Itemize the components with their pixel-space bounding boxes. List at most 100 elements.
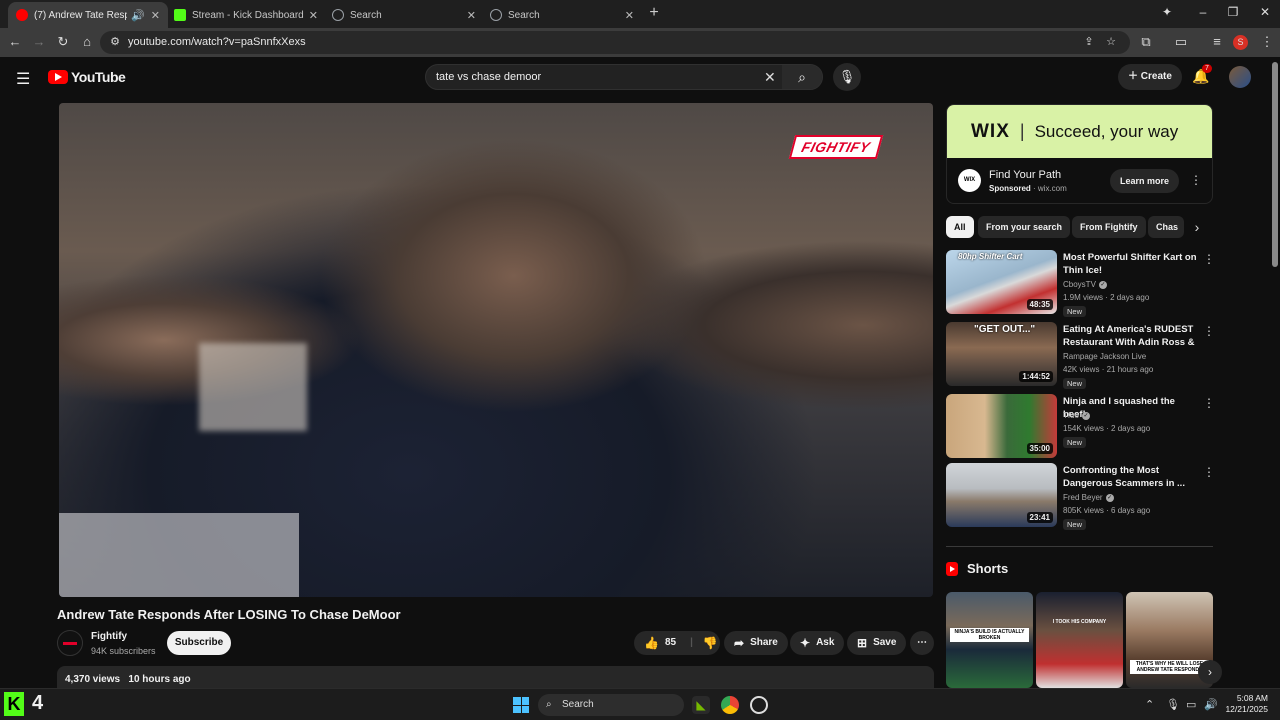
chip-chase[interactable]: Chas: [1148, 216, 1184, 238]
voice-search-button[interactable]: 🎙: [833, 63, 861, 91]
background-light: [199, 343, 307, 431]
video-title[interactable]: Eating At America's RUDEST Restaurant Wi…: [1063, 323, 1200, 349]
maximize-icon[interactable]: ❐: [1218, 5, 1248, 19]
tab-youtube[interactable]: (7) Andrew Tate Responds A 🔊 ✕: [8, 2, 168, 28]
video-thumbnail[interactable]: 80hp Shifter Cart 48:35: [946, 250, 1057, 314]
divider: |: [690, 637, 693, 648]
short-item[interactable]: NINJA'S BUILD IS ACTUALLY BROKEN: [946, 592, 1033, 688]
chrome-menu-icon[interactable]: ⋮: [1258, 34, 1276, 50]
more-vertical-icon[interactable]: ⋮: [1203, 252, 1215, 266]
dislike-icon[interactable]: 👎: [703, 631, 718, 655]
tab-search-2[interactable]: Search ✕: [482, 2, 642, 28]
video-thumbnail[interactable]: "GET OUT..." 1:44:52: [946, 322, 1057, 386]
search-icon: ⌕: [798, 69, 806, 85]
close-tab-icon[interactable]: ✕: [309, 9, 318, 22]
kick-widget-logo[interactable]: K: [4, 692, 24, 716]
share-button[interactable]: ➦ Share: [724, 631, 788, 655]
channel-name[interactable]: Fred Beyer ✓: [1063, 493, 1114, 502]
youtube-logo[interactable]: YouTube: [48, 69, 126, 85]
video-player[interactable]: FIGHTIFY: [59, 103, 933, 597]
media-control-icon[interactable]: ≡: [1208, 34, 1226, 49]
like-count[interactable]: 85: [665, 631, 676, 655]
chip-from-your-search[interactable]: From your search: [978, 216, 1071, 238]
ad-title[interactable]: Find Your Path: [989, 169, 1061, 181]
close-tab-icon[interactable]: ✕: [151, 9, 160, 22]
gemini-sparkle-icon[interactable]: ✦: [1152, 5, 1182, 19]
more-vertical-icon[interactable]: ⋮: [1190, 173, 1202, 187]
more-vertical-icon[interactable]: ⋮: [1203, 324, 1215, 338]
sponsored-ad[interactable]: WIX | Succeed, your way WIX Find Your Pa…: [946, 104, 1213, 204]
obs-icon[interactable]: [750, 696, 768, 714]
network-icon[interactable]: ▭: [1186, 698, 1196, 711]
save-button[interactable]: ⊞ Save: [847, 631, 907, 655]
channel-name[interactable]: Fightify: [91, 631, 127, 642]
channel-name[interactable]: CboysTV ✓: [1063, 280, 1107, 289]
create-label: Create: [1140, 71, 1172, 82]
back-icon[interactable]: ←: [6, 34, 24, 49]
ad-domain: wix.com: [1037, 184, 1067, 193]
forward-icon[interactable]: →: [30, 34, 48, 49]
profile-avatar[interactable]: S: [1233, 35, 1248, 50]
ask-button[interactable]: ✦ Ask: [790, 631, 845, 655]
clear-search-icon[interactable]: ✕: [764, 69, 776, 86]
list-item[interactable]: "GET OUT..." 1:44:52 Eating At America's…: [946, 322, 1216, 389]
notifications-button[interactable]: 🔔 7: [1192, 64, 1212, 85]
volume-icon[interactable]: 🔊: [1204, 698, 1218, 711]
close-tab-icon[interactable]: ✕: [625, 9, 634, 22]
more-actions-button[interactable]: ⋯: [910, 631, 934, 655]
list-item[interactable]: 80hp Shifter Cart 48:35 Most Powerful Sh…: [946, 250, 1216, 317]
chevron-right-icon[interactable]: ›: [1192, 219, 1202, 235]
verified-icon: ✓: [1098, 280, 1107, 289]
close-window-icon[interactable]: ✕: [1250, 5, 1280, 19]
speaker-icon[interactable]: 🔊: [131, 9, 145, 22]
cast-icon[interactable]: ▭: [1172, 34, 1190, 50]
like-icon[interactable]: 👍: [644, 631, 659, 655]
site-info-icon[interactable]: ⚙: [106, 35, 124, 48]
system-clock[interactable]: 5:08 AM 12/21/2025: [1220, 693, 1268, 715]
microphone-icon[interactable]: 🎙: [1166, 698, 1180, 711]
search-button[interactable]: ⌕: [782, 65, 822, 89]
chevron-up-icon[interactable]: ⌃: [1145, 698, 1154, 711]
list-item[interactable]: 35:00 Ninja and I squashed the beef! Tfu…: [946, 394, 1216, 458]
windows-start-icon[interactable]: [513, 697, 529, 713]
video-title[interactable]: Most Powerful Shifter Kart on Thin Ice!: [1063, 251, 1200, 277]
minimize-icon[interactable]: –: [1188, 5, 1218, 19]
taskbar-search[interactable]: ⌕ Search: [538, 694, 684, 716]
install-app-icon[interactable]: ⇪: [1080, 35, 1098, 48]
close-tab-icon[interactable]: ✕: [467, 9, 476, 22]
search-box[interactable]: tate vs chase demoor ✕ ⌕: [425, 64, 823, 90]
address-bar[interactable]: ⚙ youtube.com/watch?v=paSnnfxXexs ⇪ ☆: [100, 31, 1130, 54]
more-vertical-icon[interactable]: ⋮: [1203, 396, 1215, 410]
channel-name[interactable]: Rampage Jackson Live: [1063, 352, 1146, 361]
reload-icon[interactable]: ↻: [54, 34, 72, 50]
extensions-icon[interactable]: ⧉: [1137, 34, 1155, 50]
ad-banner[interactable]: WIX | Succeed, your way: [947, 105, 1212, 158]
channel-name[interactable]: Tfue ✓: [1063, 411, 1091, 420]
create-button[interactable]: ＋ Create: [1118, 64, 1182, 90]
channel-avatar[interactable]: [57, 630, 83, 656]
home-icon[interactable]: ⌂: [78, 34, 96, 49]
nvidia-icon[interactable]: ◣: [692, 696, 710, 714]
bookmark-star-icon[interactable]: ☆: [1102, 35, 1120, 48]
video-thumbnail[interactable]: 23:41: [946, 463, 1057, 527]
menu-icon[interactable]: ☰: [16, 69, 30, 89]
search-input[interactable]: tate vs chase demoor: [436, 71, 541, 83]
video-thumbnail[interactable]: 35:00: [946, 394, 1057, 458]
tab-search-1[interactable]: Search ✕: [324, 2, 484, 28]
account-avatar[interactable]: [1229, 66, 1251, 88]
sponsored-label: Sponsored: [989, 184, 1031, 193]
more-vertical-icon[interactable]: ⋮: [1203, 465, 1215, 479]
subscribe-button[interactable]: Subscribe: [167, 631, 231, 655]
page-scrollbar[interactable]: [1272, 62, 1278, 267]
new-tab-button[interactable]: +: [644, 4, 664, 22]
video-title[interactable]: Confronting the Most Dangerous Scammers …: [1063, 464, 1200, 490]
short-item[interactable]: I TOOK HIS COMPANY: [1036, 592, 1123, 688]
shorts-next-button[interactable]: ›: [1198, 660, 1222, 684]
chip-from-fightify[interactable]: From Fightify: [1072, 216, 1146, 238]
list-item[interactable]: 23:41 Confronting the Most Dangerous Sca…: [946, 463, 1216, 530]
chip-all[interactable]: All: [946, 216, 974, 238]
tab-kick[interactable]: Stream - Kick Dashboard ✕: [166, 2, 326, 28]
chrome-icon[interactable]: [721, 696, 739, 714]
new-badge: New: [1063, 437, 1087, 448]
learn-more-button[interactable]: Learn more: [1110, 169, 1180, 193]
